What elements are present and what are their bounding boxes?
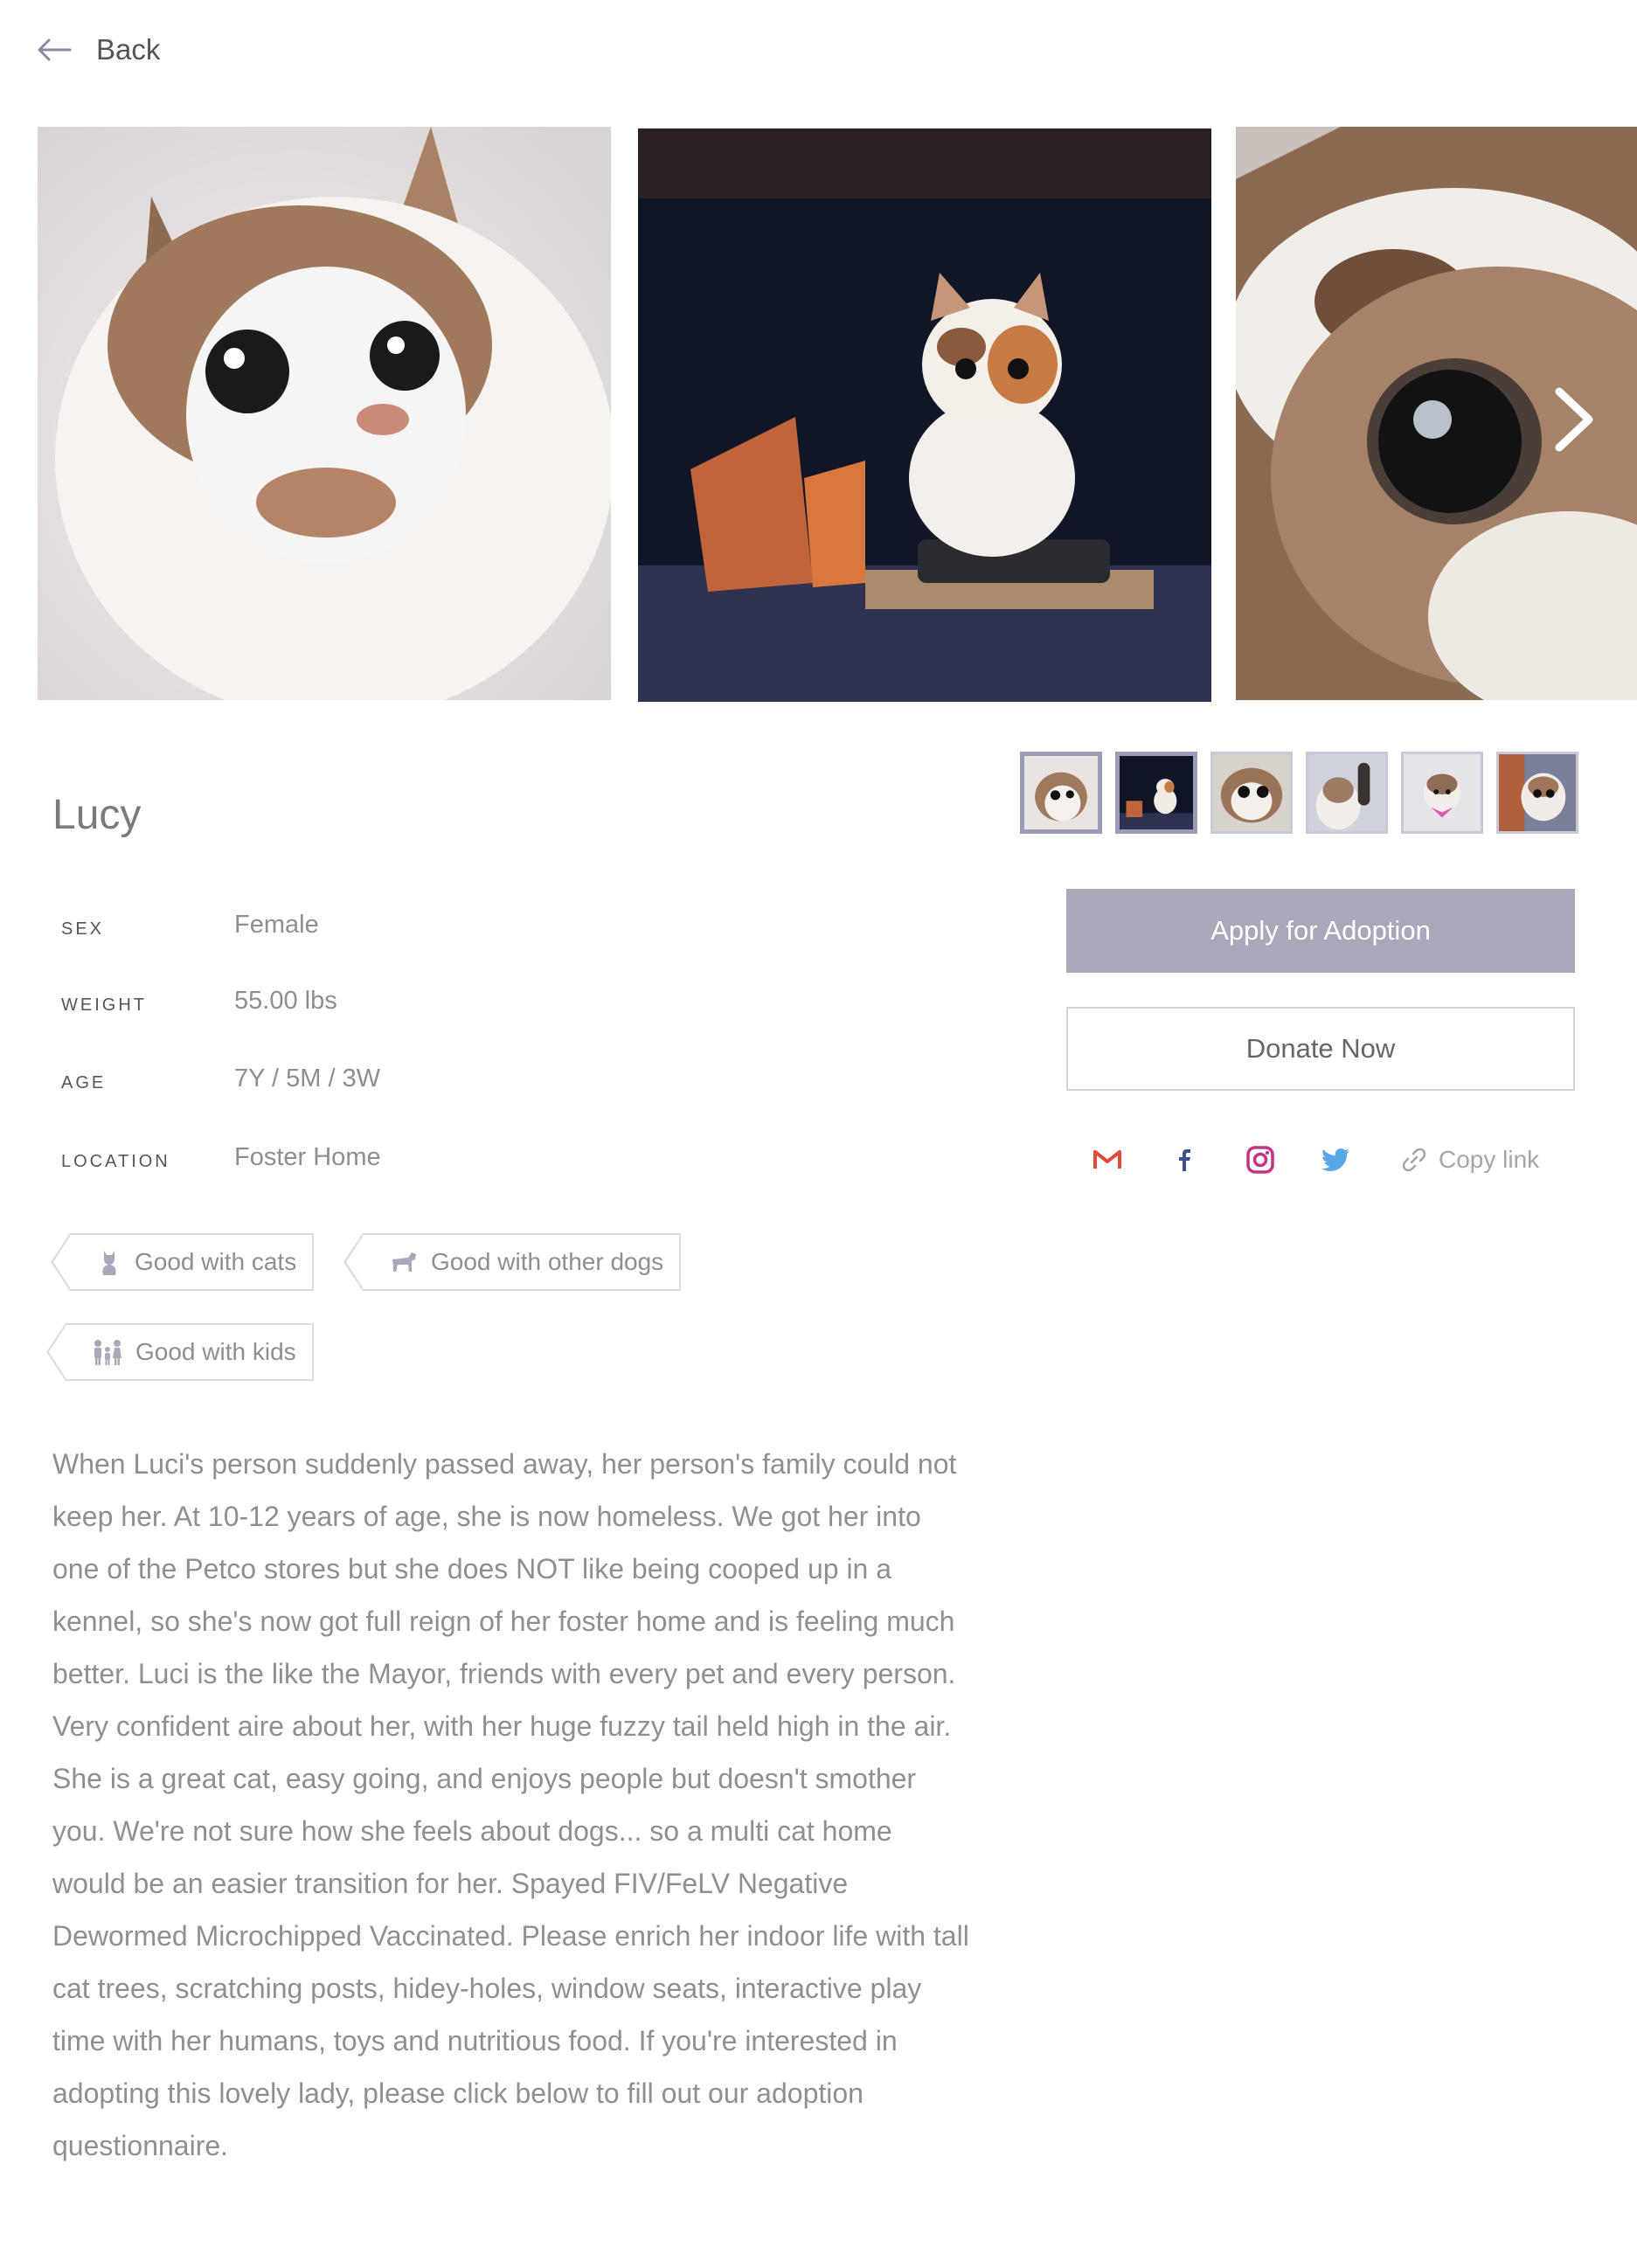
fact-label: LOCATION [61,1152,170,1171]
thumbnail-6[interactable] [1496,752,1578,834]
tag-good-with-cats: Good with cats [50,1233,315,1291]
back-link[interactable]: Back [37,33,160,66]
photo-gallery [0,127,1637,702]
family-icon [94,1340,121,1365]
arrow-left-icon [38,38,72,61]
share-instagram[interactable] [1244,1141,1277,1179]
thumbnail-1[interactable] [1020,752,1102,834]
fact-label: AGE [61,1073,107,1092]
facebook-icon [1179,1149,1190,1171]
share-gmail[interactable] [1091,1141,1124,1179]
tag-good-with-dogs: Good with other dogs [343,1233,682,1291]
tag-label: Good with other dogs [431,1248,664,1275]
tag-label: Good with kids [135,1338,296,1365]
thumbnail-2[interactable] [1115,752,1197,834]
cat-icon [102,1251,116,1275]
link-icon [1402,1148,1426,1172]
fact-label: SEX [61,919,105,939]
chevron-right-icon[interactable] [1549,385,1601,454]
share-twitter[interactable] [1320,1141,1353,1179]
thumbnail-5[interactable] [1401,752,1483,834]
pet-description: When Luci's person suddenly passed away,… [52,1448,969,2161]
fact-value: 7Y / 5M / 3W [234,1065,381,1092]
pet-name: Lucy [52,792,142,838]
thumbnail-strip [1020,752,1578,834]
fact-value: 55.00 lbs [234,987,337,1015]
thumbnail-3[interactable] [1210,752,1293,834]
gallery-photo[interactable] [38,127,611,700]
tag-good-with-kids: Good with kids [46,1323,314,1381]
donate-now-button[interactable]: Donate Now [1066,1007,1575,1091]
fact-value: Female [234,911,319,939]
fact-label: WEIGHT [61,995,147,1015]
twitter-icon [1321,1148,1349,1171]
share-facebook[interactable] [1168,1141,1201,1179]
tag-label: Good with cats [135,1248,297,1275]
thumbnail-4[interactable] [1306,752,1388,834]
apply-for-adoption-button[interactable]: Apply for Adoption [1066,889,1575,973]
dog-icon [392,1252,416,1272]
instagram-icon [1246,1146,1274,1174]
copy-link[interactable]: Copy link [1400,1141,1539,1179]
gmail-icon [1093,1150,1121,1169]
fact-value: Foster Home [234,1143,381,1171]
back-label: Back [96,33,161,66]
gallery-photo[interactable] [638,128,1211,702]
copy-link-label: Copy link [1439,1146,1540,1173]
